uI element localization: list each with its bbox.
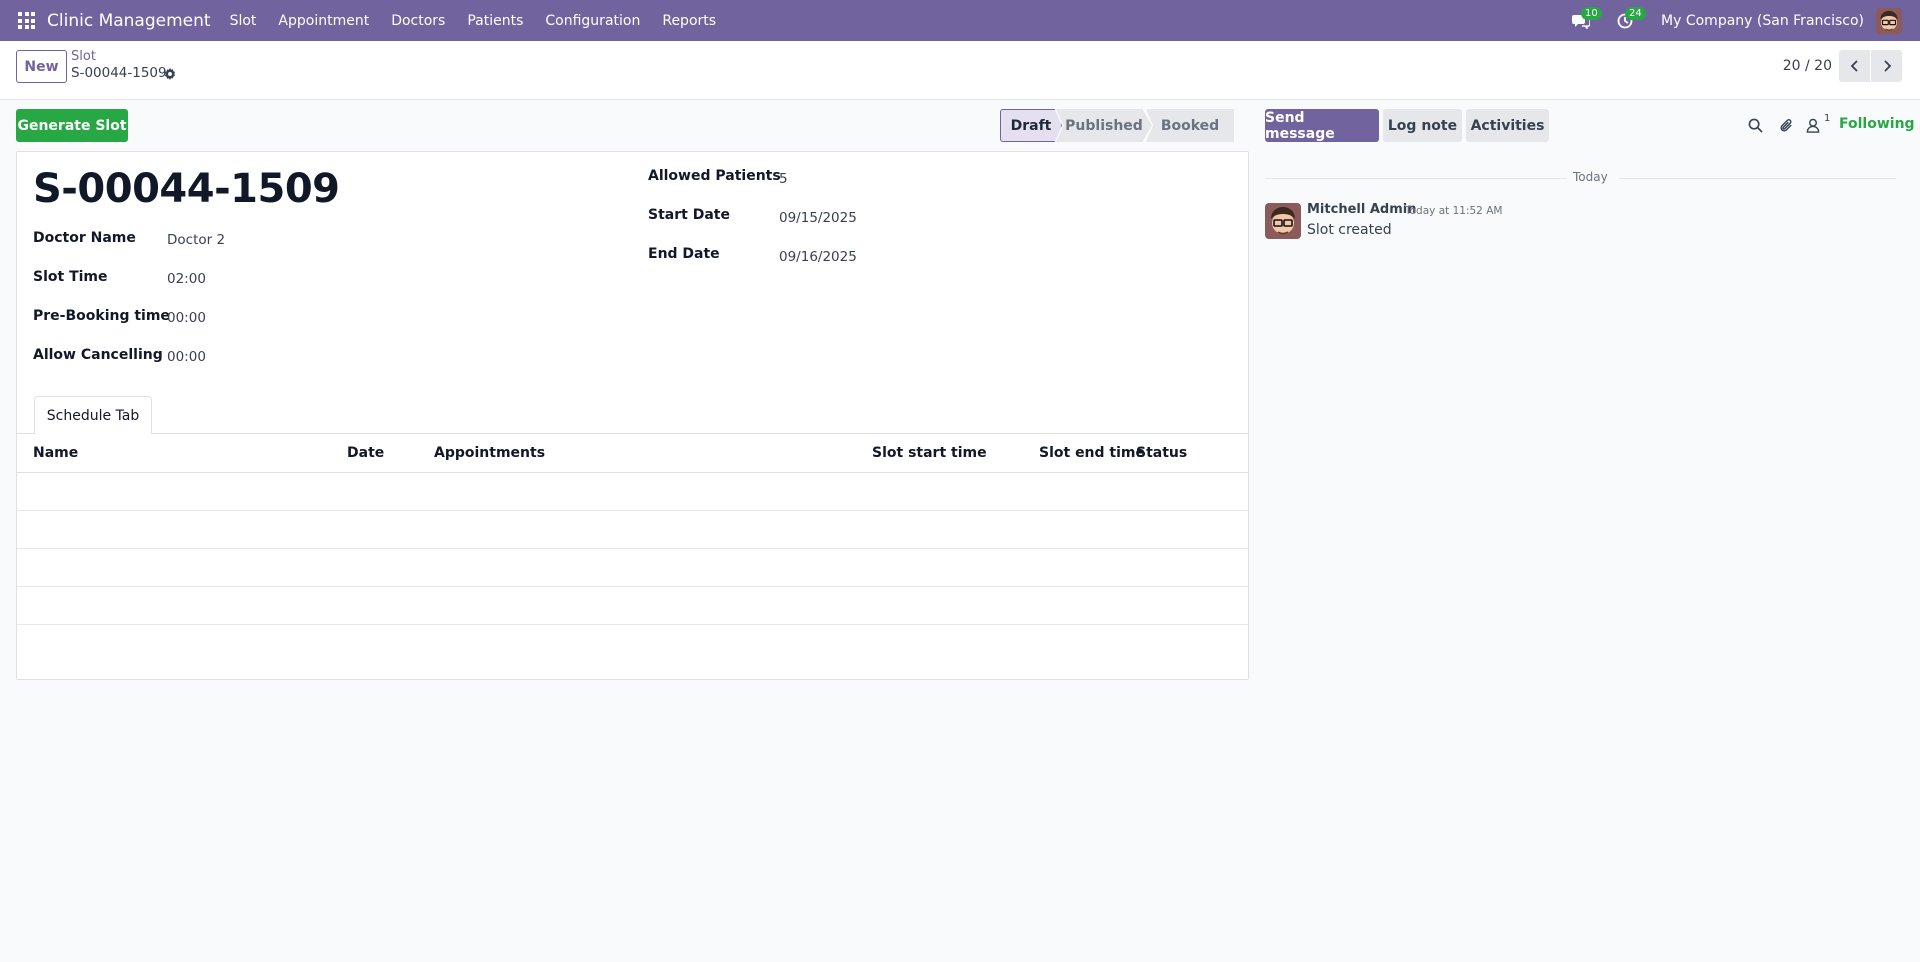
allowed-patients-label: Allowed Patients bbox=[648, 168, 781, 184]
app-brand[interactable]: Clinic Management bbox=[47, 11, 211, 31]
allow-cancelling-field[interactable]: 00:00 bbox=[167, 349, 206, 365]
column-slot-start-time[interactable]: Slot start time bbox=[872, 445, 987, 461]
breadcrumb-current: S-00044-1509 bbox=[71, 65, 167, 81]
user-avatar-icon bbox=[1876, 7, 1902, 34]
slot-time-label: Slot Time bbox=[33, 269, 108, 285]
slot-time-field[interactable]: 02:00 bbox=[167, 271, 206, 287]
doctor-name-field[interactable]: Doctor 2 bbox=[167, 232, 225, 248]
menu-reports[interactable]: Reports bbox=[662, 13, 716, 29]
activities-badge: 24 bbox=[1625, 6, 1646, 20]
activities-button[interactable]: 24 bbox=[1613, 6, 1646, 33]
status-draft[interactable]: Draft bbox=[1000, 109, 1062, 142]
message-author[interactable]: Mitchell Admin bbox=[1307, 202, 1416, 217]
allowed-patients-field[interactable]: 5 bbox=[779, 171, 788, 187]
start-date-field[interactable]: 09/15/2025 bbox=[779, 210, 857, 226]
menu-appointment[interactable]: Appointment bbox=[278, 13, 369, 29]
message-body: Slot created bbox=[1307, 222, 1392, 238]
navbar-systray: 10 24 My Company (San Francisco) bbox=[1569, 0, 1920, 41]
column-slot-end-time[interactable]: Slot end time bbox=[1039, 445, 1145, 461]
activities-button-chatter[interactable]: Activities bbox=[1466, 109, 1549, 142]
column-appointments[interactable]: Appointments bbox=[434, 445, 545, 461]
log-note-button[interactable]: Log note bbox=[1383, 109, 1462, 142]
following-toggle[interactable]: Following bbox=[1839, 116, 1915, 132]
pager-value[interactable]: 20 / 20 bbox=[1783, 58, 1832, 74]
user-avatar[interactable] bbox=[1876, 7, 1902, 34]
company-switcher[interactable]: My Company (San Francisco) bbox=[1661, 13, 1864, 29]
table-row[interactable] bbox=[17, 511, 1248, 549]
day-separator-label: Today bbox=[1567, 170, 1614, 184]
paperclip-icon bbox=[1779, 118, 1792, 132]
doctor-name-label: Doctor Name bbox=[33, 230, 136, 246]
follower-count: 1 bbox=[1824, 113, 1831, 124]
apps-menu-icon[interactable] bbox=[18, 12, 35, 29]
status-booked[interactable]: Booked bbox=[1146, 109, 1234, 142]
end-date-label: End Date bbox=[648, 246, 720, 262]
end-date-field[interactable]: 09/16/2025 bbox=[779, 249, 857, 265]
breadcrumb-parent[interactable]: Slot bbox=[71, 49, 96, 64]
pager-previous-button[interactable] bbox=[1839, 50, 1870, 82]
status-bar: Draft Published Booked bbox=[1000, 109, 1234, 142]
form-sheet: S-00044-1509 Doctor Name Doctor 2 Slot T… bbox=[16, 151, 1249, 680]
pre-booking-time-label: Pre-Booking time bbox=[33, 308, 170, 324]
person-icon bbox=[1806, 118, 1820, 133]
day-separator-left bbox=[1265, 178, 1567, 179]
chevron-left-icon bbox=[1850, 60, 1858, 72]
message-date: Today at 11:52 AM bbox=[1405, 205, 1503, 217]
day-separator-right bbox=[1619, 178, 1896, 179]
allow-cancelling-label: Allow Cancelling bbox=[33, 347, 163, 363]
menu-configuration[interactable]: Configuration bbox=[545, 13, 640, 29]
column-date[interactable]: Date bbox=[347, 445, 384, 461]
search-messages-button[interactable] bbox=[1746, 116, 1764, 134]
column-name[interactable]: Name bbox=[33, 445, 78, 461]
pre-booking-time-field[interactable]: 00:00 bbox=[167, 310, 206, 326]
table-row[interactable] bbox=[17, 473, 1248, 511]
control-panel: New Slot S-00044-1509 20 / 20 bbox=[0, 41, 1920, 100]
author-avatar-icon bbox=[1265, 203, 1301, 239]
table-row[interactable] bbox=[17, 587, 1248, 625]
followers-button[interactable] bbox=[1804, 116, 1822, 134]
message-author-avatar[interactable] bbox=[1265, 203, 1301, 239]
tab-schedule[interactable]: Schedule Tab bbox=[34, 396, 152, 434]
search-icon bbox=[1748, 118, 1763, 133]
generate-slot-button[interactable]: Generate Slot bbox=[16, 109, 128, 142]
top-navbar: Clinic Management Slot Appointment Docto… bbox=[0, 0, 1920, 41]
gear-icon bbox=[164, 68, 176, 80]
schedule-table-header: Name Date Appointments Slot start time S… bbox=[17, 434, 1248, 473]
pager-next-button[interactable] bbox=[1871, 50, 1902, 82]
menu-patients[interactable]: Patients bbox=[467, 13, 523, 29]
record-title: S-00044-1509 bbox=[33, 166, 340, 212]
send-message-button[interactable]: Send message bbox=[1265, 109, 1379, 142]
messages-button[interactable]: 10 bbox=[1569, 6, 1602, 33]
table-row[interactable] bbox=[17, 549, 1248, 587]
column-status[interactable]: Status bbox=[1136, 445, 1187, 461]
chevron-right-icon bbox=[1883, 60, 1891, 72]
menu-doctors[interactable]: Doctors bbox=[391, 13, 445, 29]
attachments-button[interactable] bbox=[1777, 116, 1795, 134]
menu-slot[interactable]: Slot bbox=[230, 13, 257, 29]
status-published[interactable]: Published bbox=[1056, 109, 1152, 142]
messages-badge: 10 bbox=[1581, 6, 1602, 20]
record-actions-button[interactable] bbox=[164, 68, 176, 84]
start-date-label: Start Date bbox=[648, 207, 730, 223]
new-button[interactable]: New bbox=[16, 50, 67, 83]
